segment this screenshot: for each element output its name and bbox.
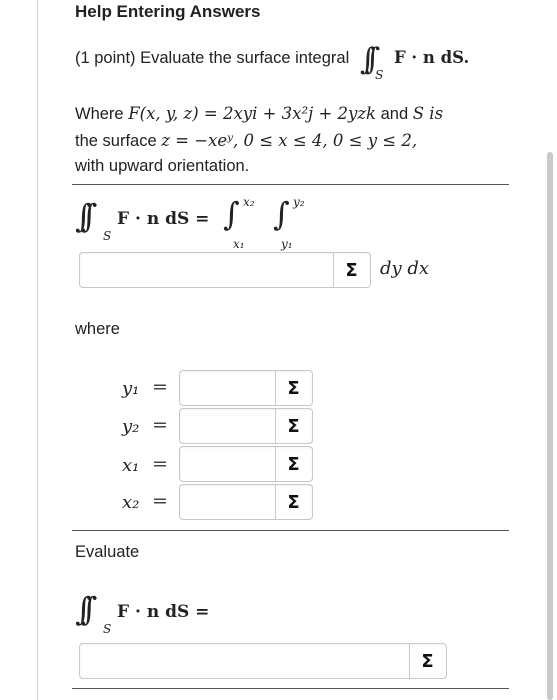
field-definition-line: Where F(x, y, z) = 2xyi + 3x²j + 2yzk an… bbox=[75, 104, 444, 123]
sigma-icon: Σ bbox=[345, 259, 358, 281]
field-definition: F(x, y, z) = 2xyi + 3x²j + 2yzk bbox=[128, 104, 377, 123]
limit-label: y₁ bbox=[122, 378, 140, 399]
problem-statement: (1 point) Evaluate the surface integral … bbox=[75, 42, 470, 82]
x2-input[interactable]: Σ bbox=[179, 484, 313, 520]
integrand-input[interactable]: Σ bbox=[79, 252, 371, 288]
evaluate-integral: ∫∫ S F · n dS = bbox=[75, 590, 210, 636]
scrollbar[interactable] bbox=[547, 152, 553, 700]
points-text: (1 point) Evaluate the surface integral bbox=[75, 49, 350, 67]
y2-input[interactable]: Σ bbox=[179, 408, 313, 444]
double-integral-icon: ∫∫ bbox=[75, 197, 98, 235]
equation-editor-button[interactable]: Σ bbox=[275, 371, 311, 405]
final-answer-input[interactable]: Σ bbox=[79, 643, 447, 679]
equation-editor-button[interactable]: Σ bbox=[333, 253, 369, 287]
equation-editor-button[interactable]: Σ bbox=[275, 485, 311, 519]
inner-integral-icon: ∫ bbox=[273, 195, 290, 233]
sigma-icon: Σ bbox=[287, 491, 300, 513]
lower-limit-outer: x₁ bbox=[233, 237, 245, 251]
upper-limit-inner: y₂ bbox=[293, 195, 305, 209]
differentials-text: dy dx bbox=[380, 258, 430, 279]
equation-editor-button[interactable]: Σ bbox=[275, 409, 311, 443]
lower-limit-inner: y₁ bbox=[281, 237, 293, 251]
sigma-icon: Σ bbox=[421, 650, 434, 672]
upper-limit-outer: x₂ bbox=[243, 195, 255, 209]
integrand-text: F · n dS. bbox=[393, 48, 470, 67]
equation-editor-button[interactable]: Σ bbox=[409, 644, 445, 678]
limit-label: x₂ bbox=[122, 492, 140, 513]
evaluate-integrand: F · n dS = bbox=[117, 602, 210, 622]
double-integral-icon: ∫∫ bbox=[359, 42, 381, 77]
limit-label: x₁ bbox=[122, 455, 140, 476]
limit-label: y₂ bbox=[122, 416, 140, 437]
outer-integral-icon: ∫ bbox=[223, 195, 240, 233]
frame-border bbox=[37, 0, 38, 700]
surface-definition-line: the surface z = −xeʸ, 0 ≤ x ≤ 4, 0 ≤ y ≤… bbox=[75, 131, 418, 150]
where-label: where bbox=[75, 320, 120, 338]
sigma-icon: Σ bbox=[287, 415, 300, 437]
sigma-icon: Σ bbox=[287, 453, 300, 475]
y1-input[interactable]: Σ bbox=[179, 370, 313, 406]
evaluate-label: Evaluate bbox=[75, 543, 140, 561]
setup-integral: ∫∫ S F · n dS = ∫ x₂ x₁ ∫ y₂ y₁ bbox=[75, 195, 305, 251]
divider bbox=[72, 688, 509, 689]
setup-integrand: F · n dS = bbox=[117, 209, 210, 229]
orientation-line: with upward orientation. bbox=[75, 157, 250, 175]
help-entering-answers-link[interactable]: Help Entering Answers bbox=[75, 2, 260, 22]
divider bbox=[72, 184, 509, 185]
x1-input[interactable]: Σ bbox=[179, 446, 313, 482]
surface-definition: z = −xeʸ, 0 ≤ x ≤ 4, 0 ≤ y ≤ 2, bbox=[161, 131, 418, 150]
double-integral-icon: ∫∫ bbox=[75, 590, 98, 628]
sigma-icon: Σ bbox=[287, 377, 300, 399]
divider bbox=[72, 530, 509, 531]
equation-editor-button[interactable]: Σ bbox=[275, 447, 311, 481]
